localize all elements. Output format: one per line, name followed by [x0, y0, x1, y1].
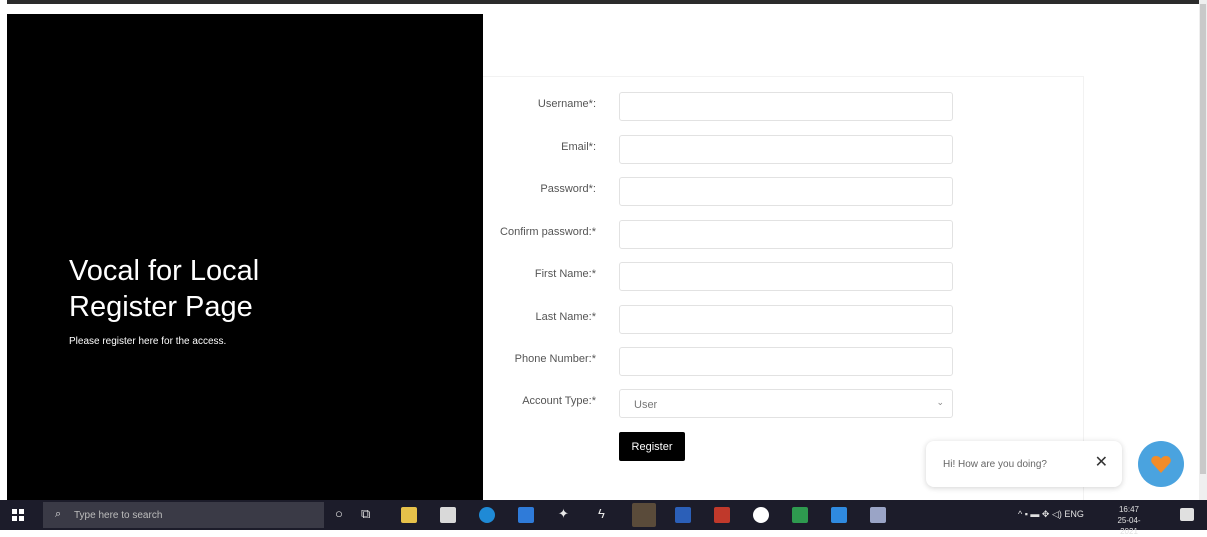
windows-icon[interactable] — [12, 509, 24, 521]
app-grid-icon[interactable] — [714, 507, 730, 523]
email-label: Email*: — [561, 141, 596, 153]
password-label: Password*: — [540, 183, 596, 195]
chat-launcher-button[interactable] — [1138, 441, 1184, 487]
account-type-label: Account Type:* — [522, 395, 596, 407]
bolt-icon[interactable]: ϟ — [598, 506, 605, 521]
taskbar-search-input[interactable]: ⌕ Type here to search — [43, 502, 324, 528]
chat-heart-icon — [1151, 456, 1171, 473]
account-type-row: Account Type:* User ⌄ — [483, 389, 1083, 419]
register-form: Username*: Email*: Password*: Confirm pa… — [483, 76, 1084, 502]
email-row: Email*: — [483, 135, 1083, 165]
excel-icon[interactable] — [792, 507, 808, 523]
window-top-edge — [0, 0, 1207, 4]
task-view-icon[interactable]: ⧉ — [361, 506, 370, 522]
last-name-input[interactable] — [619, 305, 953, 334]
clock-date: 25-04-2021 — [1117, 516, 1141, 536]
email-input[interactable] — [619, 135, 953, 164]
chat-greeting-text: Hi! How are you doing? — [943, 459, 1047, 470]
last-name-label: Last Name:* — [535, 311, 596, 323]
password-row: Password*: — [483, 177, 1083, 207]
taskbar-clock[interactable]: 16:47 25-04-2021 — [1114, 504, 1144, 537]
hero-title-line2: Register Page — [69, 291, 253, 323]
language-indicator[interactable]: ENG — [1064, 509, 1084, 519]
store-icon[interactable] — [440, 507, 456, 523]
password-input[interactable] — [619, 177, 953, 206]
chevron-down-icon: ⌄ — [936, 397, 944, 407]
hero-panel: Vocal for Local Register Page Please reg… — [7, 14, 483, 500]
first-name-input[interactable] — [619, 262, 953, 291]
clock-time: 16:47 — [1118, 505, 1140, 514]
messenger-icon[interactable] — [753, 507, 769, 523]
phone-number-input[interactable] — [619, 347, 953, 376]
confirm-password-input[interactable] — [619, 220, 953, 249]
confirm-password-row: Confirm password:* — [483, 220, 1083, 250]
windows-taskbar: ⌕ Type here to search ○ ⧉ ✦ ϟ ^ ▪ ▬ ✥ ◁)… — [0, 500, 1207, 536]
chrome-icon[interactable] — [632, 503, 656, 527]
phone-number-label: Phone Number:* — [514, 353, 596, 365]
last-name-row: Last Name:* — [483, 305, 1083, 335]
file-explorer-icon[interactable] — [401, 507, 417, 523]
search-placeholder: Type here to search — [74, 510, 163, 521]
notification-icon[interactable] — [1180, 508, 1194, 521]
paint-icon[interactable] — [870, 507, 886, 523]
mail-icon[interactable] — [518, 507, 534, 523]
vscode-icon[interactable] — [831, 507, 847, 523]
search-icon: ⌕ — [55, 508, 62, 520]
username-row: Username*: — [483, 92, 1083, 122]
username-input[interactable] — [619, 92, 953, 121]
page-scrollbar[interactable] — [1199, 0, 1207, 500]
edge-icon[interactable] — [479, 507, 495, 523]
confirm-password-label: Confirm password:* — [500, 226, 596, 238]
close-icon[interactable]: ✕ — [1095, 452, 1108, 472]
cortana-icon[interactable]: ○ — [335, 506, 343, 521]
first-name-row: First Name:* — [483, 262, 1083, 292]
system-tray[interactable]: ^ ▪ ▬ ✥ ◁) ENG — [1018, 509, 1084, 520]
account-type-select[interactable]: User ⌄ — [619, 389, 953, 418]
username-label: Username*: — [537, 98, 596, 110]
phone-number-row: Phone Number:* — [483, 347, 1083, 377]
register-button[interactable]: Register — [619, 432, 685, 461]
chat-greeting-bubble[interactable]: Hi! How are you doing? ✕ — [926, 441, 1122, 487]
window-left-edge — [0, 0, 7, 500]
word-icon[interactable] — [675, 507, 691, 523]
first-name-label: First Name:* — [534, 268, 596, 280]
scroll-thumb[interactable] — [1200, 4, 1206, 474]
dropbox-icon[interactable]: ✦ — [558, 506, 569, 522]
account-type-value: User — [634, 399, 658, 411]
hero-title-line1: Vocal for Local — [69, 255, 260, 287]
hero-subtitle: Please register here for the access. — [69, 336, 227, 347]
